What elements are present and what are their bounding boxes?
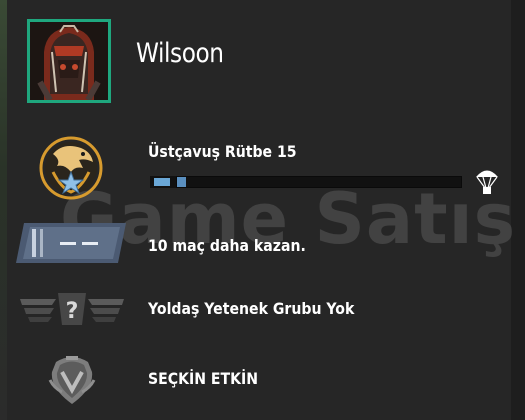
xp-bar-start-fill <box>154 178 170 186</box>
background-edge-left <box>0 0 7 420</box>
eagle-star-rank-icon <box>35 132 107 204</box>
xp-progress-bar <box>176 176 462 188</box>
unknown-wingman-rank-icon: ? <box>20 291 124 327</box>
wingman-rank-text: Yoldaş Yetenek Grubu Yok <box>148 299 355 318</box>
xp-progress-fill <box>177 177 186 187</box>
unranked-badge-icon <box>16 221 128 265</box>
svg-text:?: ? <box>66 299 79 324</box>
prime-status-text: SEÇKİN ETKİN <box>148 369 259 388</box>
parachute-icon[interactable] <box>474 166 500 196</box>
prime-badge-icon <box>46 352 98 406</box>
rank-title: Üstçavuş Rütbe 15 <box>148 142 297 161</box>
competitive-wins-text: 10 maç daha kazan. <box>148 236 306 255</box>
avatar[interactable] <box>27 19 111 103</box>
xp-bar-start <box>150 176 176 188</box>
username[interactable]: Wilsoon <box>136 38 224 69</box>
